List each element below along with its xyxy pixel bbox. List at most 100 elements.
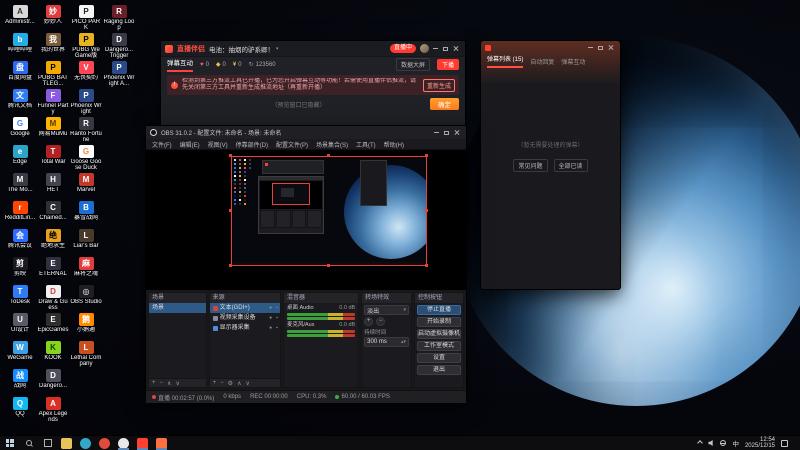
desktop-icon[interactable]: Q QQ <box>4 397 36 425</box>
desktop-icon[interactable]: M The Mo... <box>4 173 36 201</box>
desktop-icon[interactable]: A Apex Legends <box>37 397 69 425</box>
tab-danmu-interaction[interactable]: 弹幕互动 <box>167 57 193 72</box>
obs-control-button[interactable]: 停止直播 <box>417 305 462 315</box>
desktop-icon[interactable]: R Ranto Fortune <box>70 117 102 145</box>
tray-expand-icon[interactable] <box>697 440 704 446</box>
display-capture-source[interactable] <box>231 156 427 266</box>
desktop-icon[interactable]: G Goose Goose Duck <box>70 145 102 173</box>
maximize-icon[interactable] <box>443 46 448 51</box>
remove-transition-icon[interactable]: − <box>376 317 386 326</box>
action-center-icon[interactable] <box>781 439 788 447</box>
desktop-icon[interactable]: r RedditLin... <box>4 201 36 229</box>
desktop-icon[interactable]: G Google <box>4 117 36 145</box>
input-language-indicator[interactable]: 中 <box>732 438 739 448</box>
desktop-icon[interactable]: 盘百度网盘 <box>4 61 36 89</box>
minimize-icon[interactable] <box>588 47 593 48</box>
desktop-icon[interactable]: P PICO PARK <box>70 5 102 33</box>
chat-tab[interactable]: 弹幕列表 (15) <box>487 55 524 68</box>
desktop-icon[interactable]: T ToDesk <box>4 285 36 313</box>
taskbar-app-explorer[interactable] <box>57 436 76 450</box>
visibility-eye-icon[interactable]: ● <box>269 313 274 323</box>
obs-scene-item[interactable]: 场景 <box>149 303 206 313</box>
obs-preview[interactable] <box>146 150 466 290</box>
search-button[interactable] <box>19 436 38 450</box>
desktop-icon[interactable]: 会腾讯会议 <box>4 229 36 257</box>
close-icon[interactable] <box>453 46 459 52</box>
remove-source-icon[interactable]: − <box>220 380 224 386</box>
desktop-icon[interactable]: R Raging Loop <box>103 5 135 33</box>
desktop-icon[interactable]: F Funnel Party <box>37 89 69 117</box>
chat-action-button[interactable]: 常见问题 <box>513 159 548 172</box>
desktop-icon[interactable]: 鹅小鹅通 <box>70 313 102 341</box>
task-view-button[interactable] <box>38 436 57 450</box>
obs-source-row[interactable]: 文本(GDI+) ● ▪ <box>209 303 280 313</box>
desktop-icon[interactable]: 文腾讯文档 <box>4 89 36 117</box>
desktop-icon[interactable]: M 网易MuMu <box>37 117 69 145</box>
obs-menu-item[interactable]: 配置文件(P) <box>273 140 311 149</box>
desktop-icon[interactable]: L Lethal Company <box>70 341 102 369</box>
desktop-icon[interactable]: T Total War <box>37 145 69 173</box>
minimize-icon[interactable] <box>433 48 438 49</box>
maximize-icon[interactable] <box>598 45 603 50</box>
move-up-icon[interactable]: ∧ <box>237 380 241 387</box>
desktop-icon[interactable]: 战战网 <box>4 369 36 397</box>
obs-control-button[interactable]: 启动虚拟摄像机 <box>417 329 462 339</box>
regenerate-button[interactable]: 重新生成 <box>422 78 455 92</box>
move-down-icon[interactable]: ∨ <box>175 380 179 387</box>
obs-control-button[interactable]: 设置 <box>417 353 462 363</box>
desktop-icon[interactable]: A Administr... <box>4 5 36 33</box>
obs-menu-item[interactable]: 工具(T) <box>353 140 379 149</box>
minimize-icon[interactable] <box>434 132 439 133</box>
close-icon[interactable] <box>454 130 460 136</box>
obs-menu-item[interactable]: 帮助(H) <box>381 140 407 149</box>
volume-icon[interactable] <box>708 440 713 446</box>
selection-handles[interactable] <box>229 154 232 157</box>
taskbar-app-edge[interactable] <box>76 436 95 450</box>
obs-menu-item[interactable]: 场景集合(S) <box>313 140 351 149</box>
source-properties-icon[interactable]: ⚙ <box>228 380 233 387</box>
desktop-icon[interactable]: D Dangero... Trigger <box>103 33 135 61</box>
add-source-icon[interactable]: + <box>213 380 217 386</box>
network-icon[interactable] <box>720 440 727 446</box>
desktop-icon[interactable]: P Phoenix Wright <box>70 89 102 117</box>
desktop-icon[interactable]: D Draw & Guess <box>37 285 69 313</box>
desktop-icon[interactable]: E ETERNAL <box>37 257 69 285</box>
desktop-icon[interactable]: D Dangero... <box>37 369 69 397</box>
chat-action-button[interactable]: 全部已读 <box>553 159 588 172</box>
maximize-icon[interactable] <box>444 130 449 135</box>
desktop-icon[interactable]: 麻麻将之魂 <box>70 257 102 285</box>
lock-icon[interactable]: ▪ <box>276 323 280 333</box>
avatar[interactable] <box>420 44 429 53</box>
visibility-eye-icon[interactable]: ● <box>269 323 274 333</box>
desktop-icon[interactable]: P Phoenix Wright A... <box>103 61 135 89</box>
obs-menu-item[interactable]: 停靠部件(D) <box>233 140 271 149</box>
taskbar-app-live-companion[interactable] <box>133 436 152 450</box>
transition-select[interactable]: 淡出 ▾ <box>364 305 409 315</box>
obs-control-button[interactable]: 退出 <box>417 365 462 375</box>
add-transition-icon[interactable]: + <box>364 317 374 326</box>
taskbar-app-chat-helper[interactable] <box>152 436 171 450</box>
desktop-icon[interactable]: L Liar's Bar <box>70 229 102 257</box>
move-up-icon[interactable]: ∧ <box>167 380 171 387</box>
desktop-icon[interactable]: P PUBG BATTLEG... <box>37 61 69 89</box>
chat-tab[interactable]: 弹幕互动 <box>561 57 585 66</box>
desktop-icon[interactable]: E EpicGames <box>37 313 69 341</box>
taskbar-clock[interactable]: 12:54 2025/12/15 <box>745 437 775 449</box>
desktop-icon[interactable]: 妙妙妙人 <box>37 5 69 33</box>
confirm-button[interactable]: 确定 <box>430 98 459 110</box>
taskbar-app-obs[interactable] <box>114 436 133 450</box>
desktop-icon[interactable]: 我我的世界 <box>37 33 69 61</box>
desktop-icon[interactable]: 剪剪映 <box>4 257 36 285</box>
remove-scene-icon[interactable]: − <box>160 380 164 386</box>
obs-control-button[interactable]: 工作室模式 <box>417 341 462 351</box>
desktop-icon[interactable]: e Edge <box>4 145 36 173</box>
desktop-icon[interactable]: M Marvel <box>70 173 102 201</box>
desktop-icon[interactable]: C Chained... <box>37 201 69 229</box>
desktop-icon[interactable]: b 哔哩哔哩 <box>4 33 36 61</box>
desktop-icon[interactable]: U UI设计 <box>4 313 36 341</box>
desktop-icon[interactable]: V 无畏契约 <box>70 61 102 89</box>
desktop-icon[interactable]: K KOOK <box>37 341 69 369</box>
companion-action-button[interactable]: 数据大屏 <box>395 58 430 71</box>
desktop-icon[interactable]: H HET <box>37 173 69 201</box>
room-title[interactable]: 电池：抽烟的驴系卿！ ▾ <box>209 44 279 54</box>
